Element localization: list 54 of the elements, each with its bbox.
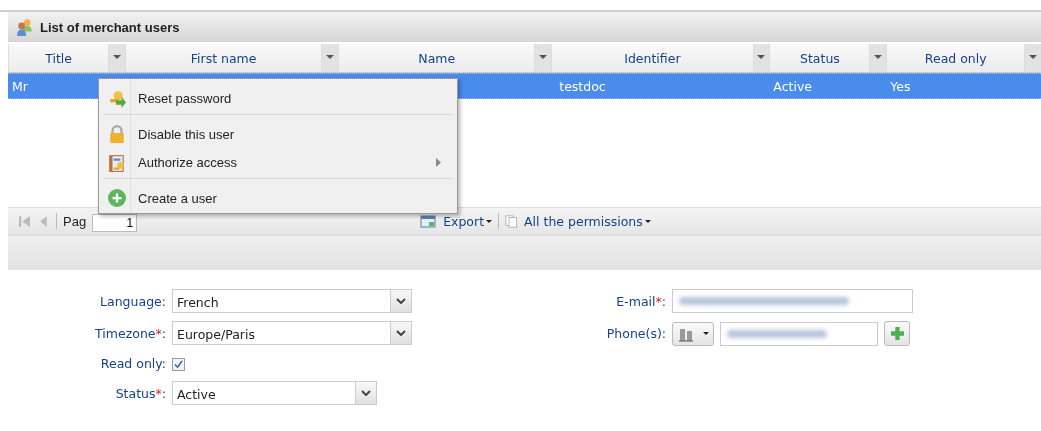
table-cell: testdoc [559, 78, 606, 94]
menu-item[interactable]: Disable this user [103, 121, 453, 147]
chevron-down-icon [396, 330, 406, 336]
menu-item[interactable]: Create a user [103, 185, 453, 211]
table-cell: Active [773, 78, 813, 94]
caret-icon [874, 55, 883, 59]
table-cell: Mr [12, 78, 28, 94]
panel-title: List of merchant users [40, 19, 180, 35]
select-field[interactable]: Active [172, 381, 377, 405]
caret-icon [757, 55, 766, 59]
column-menu-button[interactable] [108, 44, 125, 72]
field-label: Timezone*: [94, 325, 166, 341]
caret-icon [702, 332, 709, 335]
column-menu-button[interactable] [752, 44, 770, 72]
column-menu-button[interactable] [321, 44, 339, 72]
users-icon [16, 18, 34, 36]
field-label: Language: [99, 293, 166, 309]
lock-icon [108, 125, 126, 143]
page-number-field[interactable]: 1 [92, 213, 138, 232]
column-menu-button[interactable] [534, 44, 552, 72]
export-button[interactable]: Export [443, 213, 493, 229]
table-cell: Yes [890, 78, 911, 94]
field-label: Status*: [114, 385, 166, 401]
permissions-button[interactable]: All the permissions [524, 213, 651, 229]
book-key-icon [108, 153, 126, 172]
field-label: Phone(s): [605, 326, 666, 341]
phone-field[interactable] [720, 321, 878, 346]
spreadsheet-icon[interactable] [419, 213, 438, 229]
submenu-arrow-icon [436, 158, 441, 167]
phone-type-dropdown[interactable] [672, 321, 714, 346]
checkbox[interactable] [172, 358, 185, 371]
column-header[interactable]: Identifier [551, 44, 753, 72]
select-field[interactable]: French [172, 289, 412, 313]
chevron-down-icon [361, 390, 371, 396]
plus-icon [890, 327, 904, 340]
field-label: Read only: [99, 355, 166, 371]
caret-icon [1029, 55, 1038, 59]
caret-icon [486, 219, 493, 223]
caret-icon [644, 219, 651, 223]
menu-item[interactable]: Reset password [103, 83, 453, 115]
select-field[interactable]: Europe/Paris [172, 321, 412, 345]
column-menu-button[interactable] [869, 44, 887, 72]
menu-item[interactable]: Authorize access [103, 147, 453, 179]
page-label: Pag [63, 213, 87, 229]
field-label: E-mail*: [615, 293, 666, 309]
caret-icon [326, 55, 335, 59]
key-arrow-icon [108, 89, 126, 108]
caret-icon [539, 55, 548, 59]
add-phone-button[interactable] [884, 321, 910, 346]
add-icon [108, 189, 126, 207]
chevron-down-icon [396, 298, 406, 304]
email-field[interactable] [672, 289, 913, 313]
column-menu-button[interactable] [1024, 44, 1041, 72]
caret-icon [113, 55, 122, 59]
